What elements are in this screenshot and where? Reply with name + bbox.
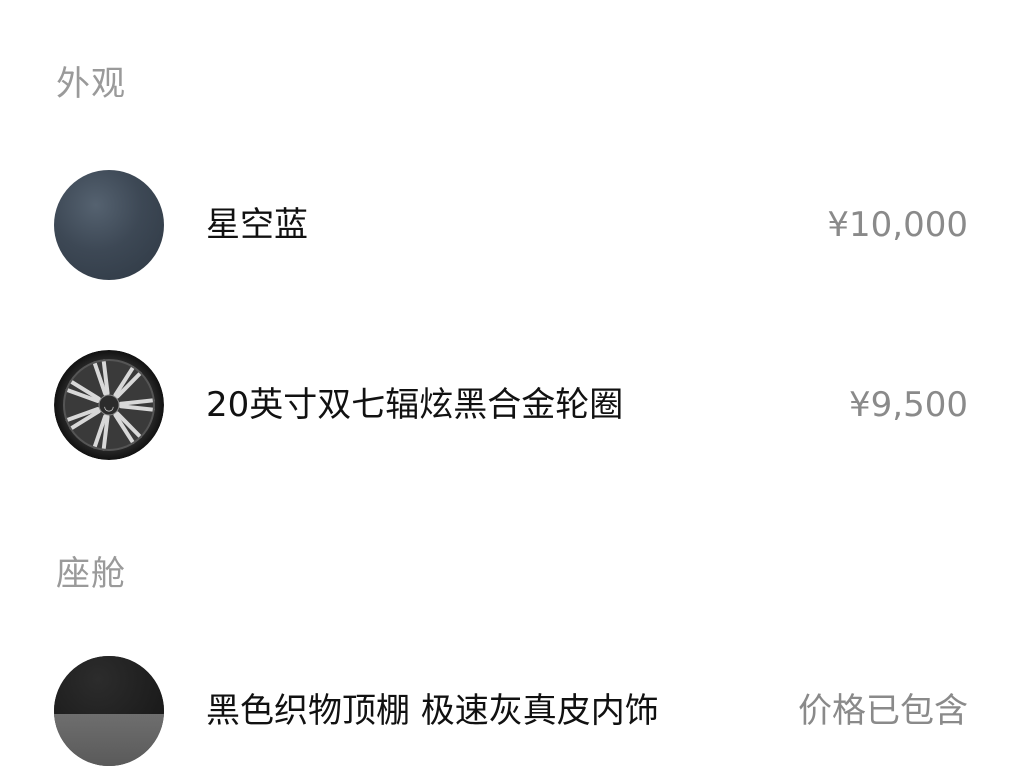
option-price-interior: 价格已包含 <box>798 691 968 731</box>
option-name-interior: 黑色织物顶棚 极速灰真皮内饰 <box>206 691 659 731</box>
option-row-interior[interactable]: 黑色织物顶棚 极速灰真皮内饰 价格已包含 <box>0 656 1024 766</box>
option-row-wheels[interactable]: ◡ 20英寸双七辐炫黑合金轮圈 ¥9,500 <box>0 350 1024 460</box>
option-row-paint[interactable]: 星空蓝 ¥10,000 <box>0 170 1024 280</box>
options-summary: 外观 星空蓝 ¥10,000 ◡ 20英寸双七辐炫黑合金轮圈 ¥9,500 座舱… <box>0 0 1024 768</box>
option-name-wheels: 20英寸双七辐炫黑合金轮圈 <box>206 385 624 425</box>
option-price-paint: ¥10,000 <box>827 205 968 245</box>
wheel-rim-icon: ◡ <box>54 350 164 460</box>
svg-text:◡: ◡ <box>104 399 114 413</box>
headliner-fabric-half <box>54 656 164 714</box>
interior-swatch <box>54 656 164 766</box>
paint-color-swatch <box>54 170 164 280</box>
section-title-exterior: 外观 <box>56 64 126 104</box>
section-title-cabin: 座舱 <box>56 554 126 594</box>
option-name-paint: 星空蓝 <box>206 205 308 245</box>
leather-seat-half <box>54 714 164 766</box>
option-price-wheels: ¥9,500 <box>849 385 968 425</box>
